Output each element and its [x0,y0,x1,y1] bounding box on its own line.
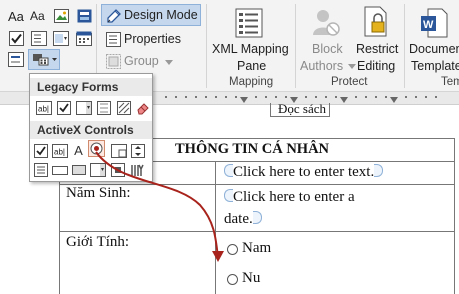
annotation-arrow [95,151,224,262]
